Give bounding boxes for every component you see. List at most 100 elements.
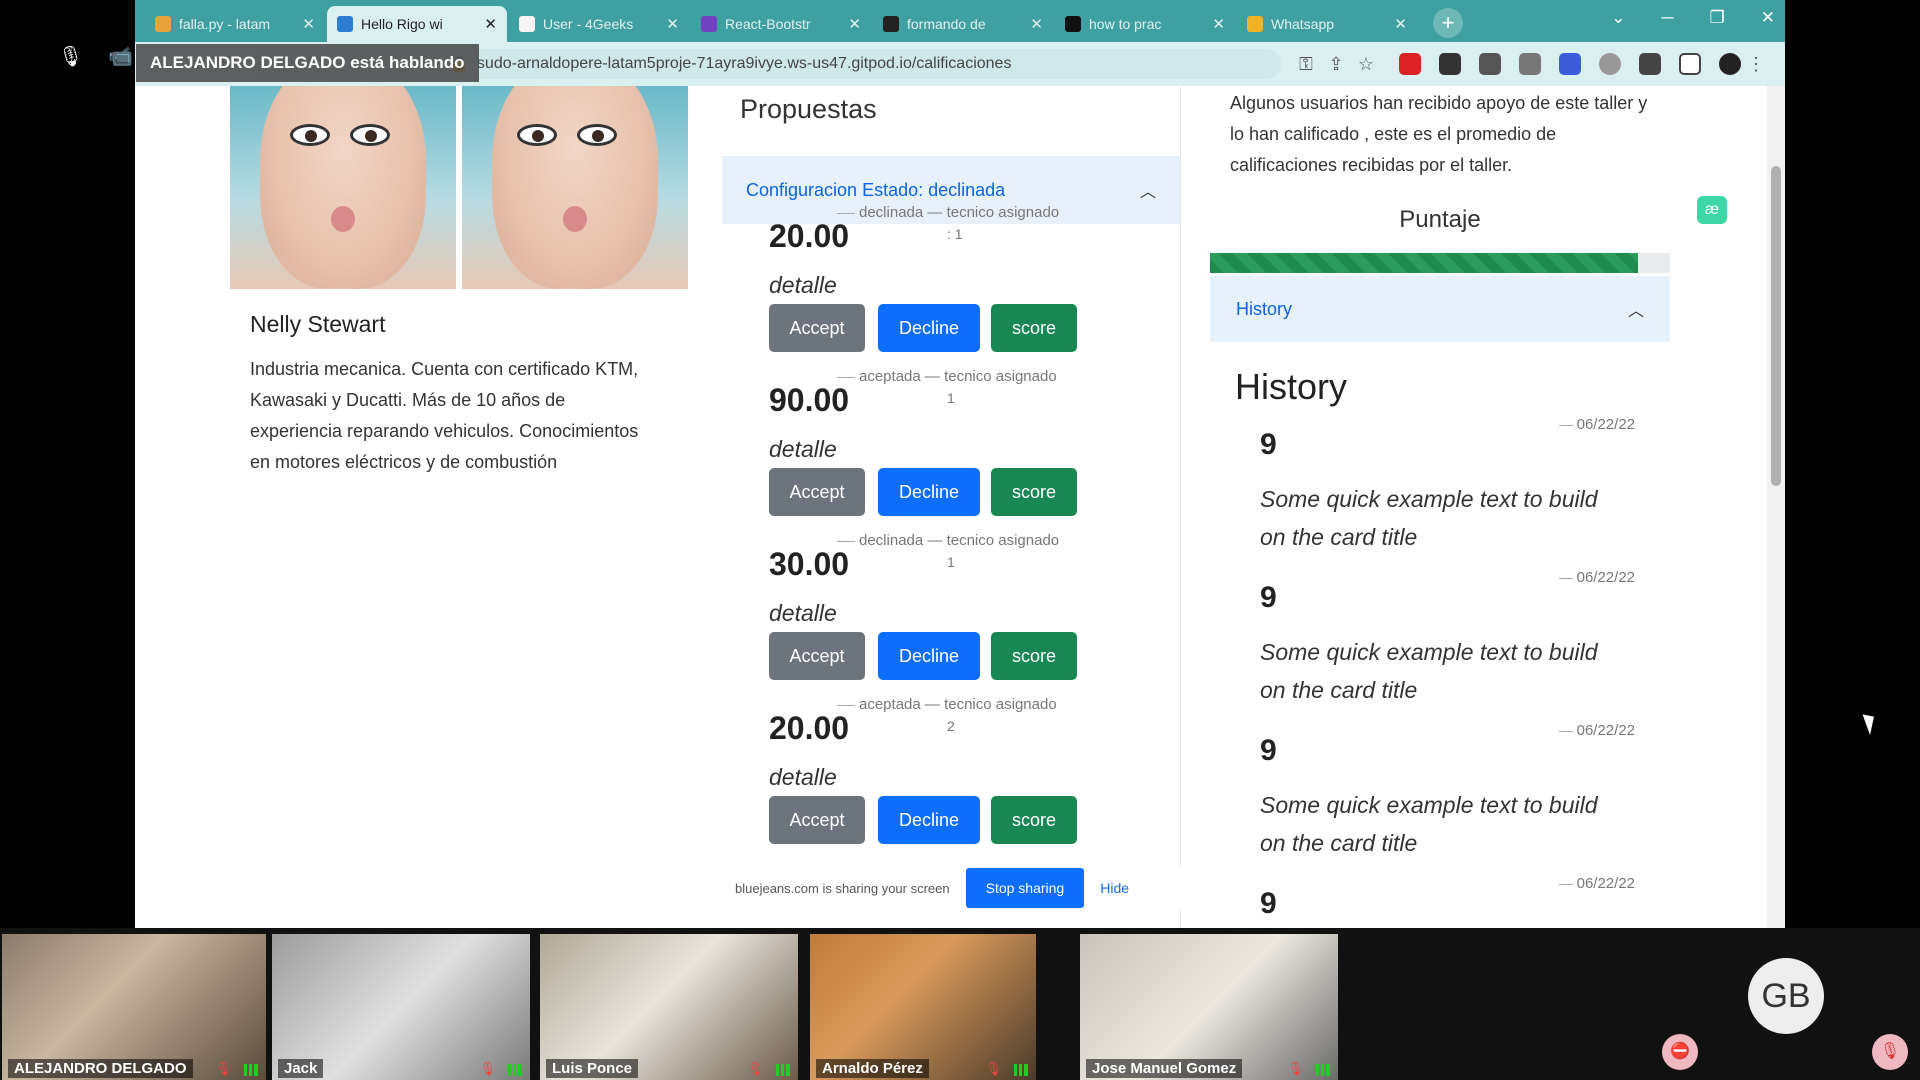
column-divider [1180, 86, 1181, 928]
proposal-card: declinada — tecnico asignado: 1 20.00 deta… [747, 196, 1157, 360]
accept-button[interactable]: Accept [769, 632, 865, 680]
browser-tab[interactable]: Whatsapp ✕ [1237, 6, 1417, 42]
proposal-tech-label: tecnico asignado [944, 368, 1057, 385]
history-score: 9 [1260, 734, 1277, 767]
decline-button[interactable]: Decline [878, 796, 980, 844]
scrollbar-thumb[interactable] [1771, 166, 1781, 486]
ae-extension-icon[interactable] [1439, 53, 1461, 75]
screen-share-notice: bluejeans.com is sharing your screen Sto… [725, 866, 1195, 910]
mic-muted-icon[interactable]: 🎙 [1872, 1034, 1908, 1070]
participant-tile[interactable]: Luis Ponce 🎙 [540, 934, 798, 1080]
history-text: Some quick example text to build on the … [1260, 486, 1598, 550]
adblock-extension-icon[interactable] [1399, 53, 1421, 75]
stop-sharing-button[interactable]: Stop sharing [965, 868, 1085, 908]
tab-list: falla.py - latam ✕ Hello Rigo wi ✕ User - 4G… [145, 6, 1419, 42]
participant-name: ALEJANDRO DELGADO [8, 1059, 193, 1078]
proposal-tech-label: tecnico asignado [946, 532, 1060, 549]
restore-icon[interactable]: ❐ [1710, 8, 1725, 28]
tab-search-icon[interactable]: ⌄ [1611, 8, 1625, 28]
participant-tile[interactable]: Jose Manuel Gomez 🎙 [1080, 934, 1338, 1080]
decline-button[interactable]: Decline [878, 468, 980, 516]
participants-strip: ALEJANDRO DELGADO 🎙 Jack 🎙 Luis Ponce 🎙 Arnald… [0, 928, 1920, 1080]
participant-tile[interactable]: Arnaldo Pérez 🎙 [810, 934, 1036, 1080]
proposal-tech-value: 1 [947, 390, 955, 406]
circle-extension-icon[interactable] [1599, 53, 1621, 75]
history-title: History [1235, 366, 1348, 407]
hide-share-bar-button[interactable]: Hide [1100, 880, 1129, 896]
mic-icon: 🎙 [747, 1061, 764, 1076]
tab-close-icon[interactable]: ✕ [848, 15, 861, 33]
profile-avatar-icon[interactable] [1719, 53, 1741, 75]
microphone-icon[interactable]: 🎙 [58, 44, 83, 69]
proposal-detail: detalle [769, 764, 837, 790]
proposal-state: aceptada [859, 368, 921, 385]
ae-sidebar-icon[interactable]: æ [1697, 196, 1727, 224]
proposal-tech-label: tecnico asignado [944, 696, 1057, 713]
tab-close-icon[interactable]: ✕ [1394, 15, 1407, 33]
speaking-banner: ALEJANDRO DELGADO está hablando [136, 44, 479, 82]
proposal-state: declinada [859, 532, 924, 549]
profile-photo [230, 86, 456, 289]
new-tab-button[interactable]: + [1433, 8, 1463, 38]
video-off-icon[interactable]: ⛔ [1662, 1034, 1698, 1070]
accept-button[interactable]: Accept [769, 796, 865, 844]
tab-close-icon[interactable]: ✕ [484, 15, 497, 33]
history-card: 06/22/22 9 [1235, 875, 1635, 928]
puntaje-progress [1210, 253, 1670, 273]
side-panel-icon[interactable] [1679, 53, 1701, 75]
score-button[interactable]: score [991, 796, 1077, 844]
decline-button[interactable]: Decline [878, 304, 980, 352]
profile-name: Nelly Stewart [250, 311, 386, 337]
score-button[interactable]: score [991, 468, 1077, 516]
close-window-icon[interactable]: ✕ [1761, 8, 1775, 28]
accept-button[interactable]: Accept [769, 468, 865, 516]
browser-tab[interactable]: how to prac ✕ [1055, 6, 1235, 42]
extension-icon[interactable] [1479, 53, 1501, 75]
tab-favicon-icon [883, 16, 899, 32]
history-accordion-header[interactable]: History ︿ [1210, 276, 1670, 342]
puntaje-label: Puntaje [1399, 206, 1481, 233]
window-controls: ⌄ ─ ❐ ✕ [1611, 8, 1775, 28]
tab-bar: falla.py - latam ✕ Hello Rigo wi ✕ User - 4G… [135, 0, 1785, 42]
participant-tile[interactable]: ALEJANDRO DELGADO 🎙 [2, 934, 266, 1080]
page-scrollbar[interactable] [1767, 86, 1785, 928]
share-icon[interactable]: ⇪ [1321, 54, 1351, 75]
tab-close-icon[interactable]: ✕ [302, 15, 315, 33]
browser-tab[interactable]: React-Bootstr ✕ [691, 6, 871, 42]
signal-bars-icon [244, 1064, 258, 1076]
tab-close-icon[interactable]: ✕ [1212, 15, 1225, 33]
history-text: Some quick example text to build on the … [1260, 792, 1598, 856]
bookmark-star-icon[interactable]: ☆ [1351, 54, 1381, 75]
screen-extension-icon[interactable] [1559, 53, 1581, 75]
browser-tab[interactable]: User - 4Geeks ✕ [509, 6, 689, 42]
ratings-intro: Algunos usuarios han recibido apoyo de e… [1230, 93, 1648, 175]
proposal-state: declinada [859, 204, 924, 221]
tab-favicon-icon [701, 16, 717, 32]
tab-close-icon[interactable]: ✕ [1030, 15, 1043, 33]
tab-label: Whatsapp [1271, 16, 1335, 32]
key-icon[interactable]: ⚿ [1291, 54, 1321, 75]
url-text: sudo-arnaldopere-latam5proje-71ayra9ivye… [476, 55, 1012, 72]
profile-description: Industria mecanica. Cuenta con certifica… [250, 359, 639, 472]
proposal-meta: aceptada — tecnico asignado [837, 696, 1057, 713]
score-button[interactable]: score [991, 304, 1077, 352]
puzzle-extensions-icon[interactable] [1639, 53, 1661, 75]
participant-avatar[interactable]: GB [1748, 958, 1824, 1034]
proposal-meta: declinada — tecnico asignado [837, 532, 1059, 549]
menu-icon[interactable]: ⋮ [1741, 54, 1771, 75]
proposal-tech-label: tecnico asignado [946, 204, 1060, 221]
browser-tab[interactable]: falla.py - latam ✕ [145, 6, 325, 42]
location-extension-icon[interactable] [1519, 53, 1541, 75]
tab-close-icon[interactable]: ✕ [666, 15, 679, 33]
camera-icon[interactable]: 📹 [108, 44, 133, 69]
minimize-icon[interactable]: ─ [1661, 8, 1673, 28]
history-date: 06/22/22 [1559, 416, 1635, 433]
decline-button[interactable]: Decline [878, 632, 980, 680]
proposal-amount: 20.00 [769, 218, 850, 254]
browser-tab[interactable]: formando de ✕ [873, 6, 1053, 42]
score-button[interactable]: score [991, 632, 1077, 680]
accept-button[interactable]: Accept [769, 304, 865, 352]
browser-tab[interactable]: Hello Rigo wi ✕ [327, 6, 507, 42]
participant-tile[interactable]: Jack 🎙 [272, 934, 530, 1080]
history-date: 06/22/22 [1559, 569, 1635, 586]
